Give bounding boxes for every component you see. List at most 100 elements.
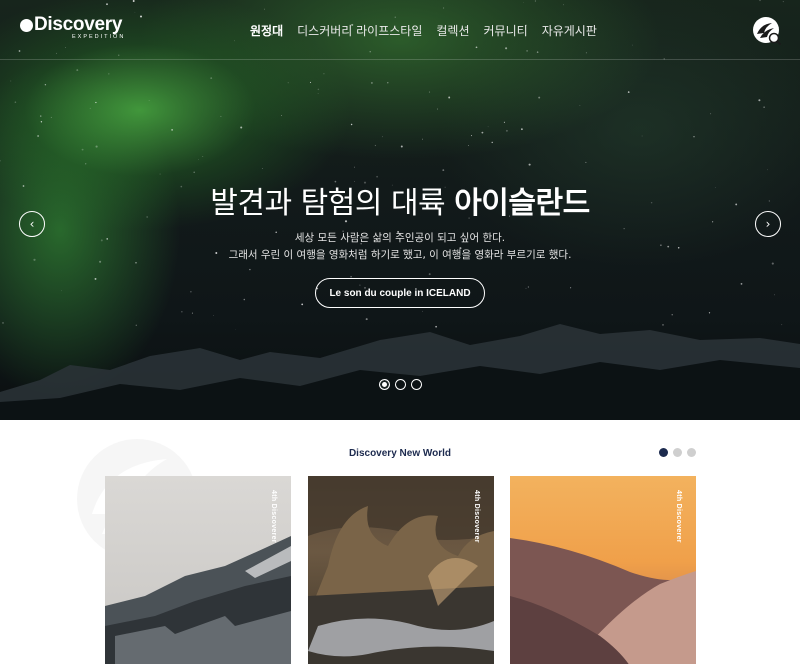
star	[481, 131, 484, 134]
star	[491, 141, 493, 144]
star	[382, 136, 383, 138]
star	[89, 107, 91, 109]
star	[400, 145, 403, 148]
star	[190, 291, 192, 293]
desert-dune-image	[510, 538, 696, 664]
star	[710, 113, 712, 115]
slider-dot-3[interactable]	[411, 379, 422, 390]
star	[428, 273, 431, 276]
star	[171, 129, 173, 131]
star	[350, 123, 353, 126]
star	[521, 128, 523, 131]
nav-item-community[interactable]: 커뮤니티	[484, 22, 528, 39]
slider-dot-2[interactable]	[395, 379, 406, 390]
page-dot-2[interactable]	[673, 448, 682, 457]
star	[428, 91, 431, 93]
star	[387, 82, 389, 84]
discoverer-card-1[interactable]: 4th Discoverer	[105, 476, 291, 664]
star	[37, 135, 39, 137]
star	[758, 99, 761, 102]
globe-icon	[20, 18, 33, 32]
star	[354, 166, 355, 168]
star	[570, 287, 572, 289]
snow-mountain-image	[105, 536, 291, 664]
star	[198, 159, 199, 160]
new-world-section: Discovery New World 4th Discoverer 4th D…	[0, 420, 800, 664]
discoverer-card-2[interactable]: 4th Discoverer	[308, 476, 494, 664]
logo-subtext: EXPEDITION	[72, 34, 126, 40]
star	[317, 93, 319, 94]
star	[525, 287, 527, 289]
star	[10, 80, 12, 82]
star	[159, 173, 161, 175]
star	[95, 101, 97, 104]
star	[538, 96, 541, 99]
hero-title-light: 발견과 탐험의 대륙	[210, 186, 446, 221]
star	[740, 283, 743, 285]
nav-item-board[interactable]: 자유게시판	[542, 22, 597, 39]
hero-desc-line-2: 그래서 우린 이 여행을 영화처럼 하기로 했고, 이 여행을 영화라 부르기로…	[228, 249, 572, 261]
star	[448, 96, 451, 99]
star	[323, 73, 325, 75]
star	[370, 81, 373, 84]
star	[210, 77, 213, 79]
star	[95, 145, 98, 148]
star	[249, 268, 251, 271]
star	[437, 108, 439, 110]
star	[261, 168, 263, 169]
chevron-left-icon: ‹	[29, 217, 35, 231]
nav-item-lifestyle[interactable]: 디스커버리 라이프스타일	[297, 22, 422, 39]
star	[528, 163, 531, 166]
star	[76, 69, 79, 72]
main-nav: 원정대 디스커버리 라이프스타일 컬렉션 커뮤니티 자유게시판	[250, 22, 597, 39]
slider-dot-1[interactable]	[379, 379, 390, 390]
star	[50, 116, 52, 118]
star	[309, 81, 312, 83]
star	[220, 115, 222, 117]
star	[693, 136, 695, 138]
star	[468, 145, 469, 146]
nav-item-expedition[interactable]: 원정대	[250, 22, 283, 39]
hero-desc-line-1: 세상 모든 사람은 삶의 주인공이 되고 싶어 한다.	[294, 232, 506, 244]
hero-cta-button[interactable]: Le son du couple in ICELAND	[315, 278, 485, 308]
logo-text: Discovery	[34, 14, 123, 35]
star	[61, 290, 63, 292]
star	[40, 115, 42, 117]
card-label: 4th Discoverer	[270, 490, 277, 543]
star	[767, 169, 768, 171]
star	[243, 298, 246, 301]
card-label: 4th Discoverer	[473, 490, 480, 543]
star	[317, 88, 320, 91]
section-pagination	[659, 448, 696, 457]
star	[422, 138, 423, 140]
star	[763, 106, 765, 108]
page-dot-3[interactable]	[687, 448, 696, 457]
search-emblem-icon[interactable]	[752, 16, 782, 46]
nav-item-collection[interactable]: 컬렉션	[436, 22, 469, 39]
star	[585, 161, 587, 163]
top-navigation: Discovery EXPEDITION 원정대 디스커버리 라이프스타일 컬렉…	[0, 0, 800, 60]
hero-title: 발견과 탐험의 대륙 아이슬란드	[0, 178, 800, 222]
star	[774, 294, 775, 296]
card-label: 4th Discoverer	[675, 490, 682, 543]
discovery-logo[interactable]: Discovery EXPEDITION	[20, 15, 125, 40]
slider-next-button[interactable]: ›	[755, 211, 781, 237]
star	[148, 99, 150, 101]
discoverer-card-3[interactable]: 4th Discoverer	[510, 476, 696, 664]
star	[487, 126, 489, 128]
star	[301, 303, 304, 306]
page-dot-1[interactable]	[659, 448, 668, 457]
mountain-silhouette	[0, 324, 800, 420]
star	[527, 286, 529, 288]
hero-title-bold: 아이슬란드	[454, 186, 590, 221]
slider-prev-button[interactable]: ‹	[19, 211, 45, 237]
star	[641, 135, 643, 137]
star	[81, 148, 84, 151]
star	[470, 135, 473, 137]
star	[287, 82, 289, 84]
star	[627, 91, 630, 93]
hero-slider: Discovery EXPEDITION 원정대 디스커버리 라이프스타일 컬렉…	[0, 0, 800, 420]
winter-shrubs-image	[308, 476, 494, 664]
star	[503, 121, 505, 123]
star	[44, 84, 47, 86]
